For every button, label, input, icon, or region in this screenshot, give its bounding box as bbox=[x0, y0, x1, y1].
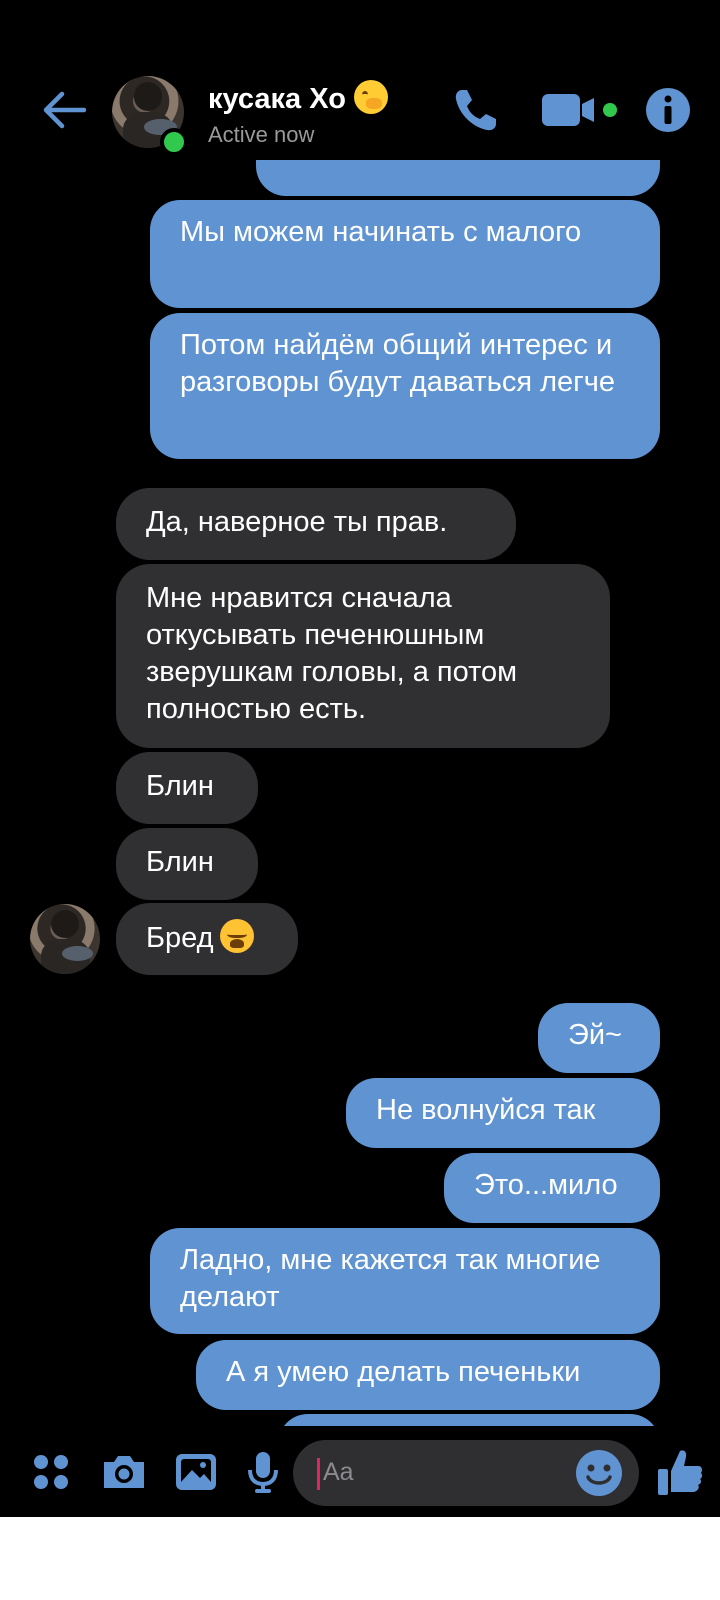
message-bubble-outgoing[interactable]: Мы можем начинать с малого bbox=[150, 200, 660, 308]
composer-bar: Aa bbox=[0, 1426, 720, 1516]
chat-header: кусака Хо Active now bbox=[0, 60, 720, 170]
thumbs-up-icon bbox=[658, 1450, 703, 1495]
message-bubble-partial[interactable] bbox=[256, 160, 660, 196]
gallery-button[interactable] bbox=[168, 1444, 224, 1500]
text-caret bbox=[317, 1458, 320, 1490]
back-arrow-icon bbox=[43, 91, 86, 129]
message-text: Блин bbox=[146, 770, 214, 802]
message-text: А я умею делать печеньки bbox=[226, 1356, 581, 1388]
message-text: Эй~ bbox=[568, 1019, 622, 1051]
message-bubble-outgoing[interactable]: А я умею делать печеньки bbox=[196, 1340, 660, 1410]
message-text: Потом найдём общий интерес и разговоры б… bbox=[180, 329, 615, 398]
weary-face-icon bbox=[219, 919, 254, 953]
video-call-button[interactable] bbox=[540, 82, 624, 138]
emoji-icon bbox=[576, 1450, 622, 1496]
contact-name-row[interactable]: кусака Хо bbox=[208, 80, 388, 116]
like-button[interactable] bbox=[650, 1440, 710, 1504]
contact-name: кусака Хо bbox=[208, 83, 346, 115]
phone-icon bbox=[455, 90, 496, 131]
video-camera-icon bbox=[542, 94, 617, 126]
camera-button[interactable] bbox=[96, 1444, 152, 1500]
online-indicator bbox=[160, 128, 188, 156]
message-text: Не волнуйся так bbox=[376, 1094, 596, 1126]
audio-call-button[interactable] bbox=[448, 82, 504, 138]
message-bubble-outgoing[interactable]: Ладно, мне кажется так многие делают bbox=[150, 1228, 660, 1334]
message-bubble-outgoing[interactable]: Потом найдём общий интерес и разговоры б… bbox=[150, 313, 660, 459]
message-text: Мне нравится сначала откусывать печенюшн… bbox=[146, 582, 518, 725]
message-text: Ладно, мне кажется так многие делают bbox=[180, 1244, 601, 1313]
sender-avatar[interactable] bbox=[30, 904, 100, 974]
message-text: Блин bbox=[146, 846, 214, 878]
message-text: Да, наверное ты прав. bbox=[146, 506, 448, 538]
message-bubble-outgoing[interactable]: Это...мило bbox=[444, 1153, 660, 1223]
back-button[interactable] bbox=[36, 82, 92, 138]
camera-icon bbox=[104, 1456, 144, 1488]
face-with-hand-over-mouth-icon bbox=[353, 80, 388, 114]
emoji-button[interactable] bbox=[575, 1449, 623, 1497]
more-actions-button[interactable] bbox=[24, 1444, 78, 1500]
active-status: Active now bbox=[208, 122, 315, 147]
conversation-info-button[interactable] bbox=[640, 82, 696, 138]
message-bubble-incoming[interactable]: Блин bbox=[116, 752, 258, 824]
message-text: Мы можем начинать с малого bbox=[180, 216, 582, 248]
gallery-icon bbox=[176, 1454, 216, 1490]
message-text: Бред bbox=[146, 922, 214, 954]
menu-dots-icon bbox=[34, 1455, 68, 1489]
voice-message-button[interactable] bbox=[238, 1444, 288, 1500]
message-bubble-outgoing[interactable]: Эй~ bbox=[538, 1003, 660, 1073]
message-bubble-outgoing[interactable]: Не волнуйся так bbox=[346, 1078, 660, 1148]
chat-screen: кусака Хо Active now Мы можем начинать с… bbox=[0, 0, 720, 1517]
microphone-icon bbox=[248, 1452, 278, 1493]
message-input[interactable]: Aa bbox=[293, 1440, 639, 1506]
message-text: Это...мило bbox=[474, 1169, 618, 1201]
info-icon bbox=[646, 88, 690, 132]
message-bubble-incoming[interactable]: Да, наверное ты прав. bbox=[116, 488, 516, 560]
message-bubble-incoming[interactable]: Бред bbox=[116, 903, 298, 975]
message-input-placeholder: Aa bbox=[323, 1458, 354, 1486]
message-bubble-incoming[interactable]: Мне нравится сначала откусывать печенюшн… bbox=[116, 564, 610, 748]
message-bubble-incoming[interactable]: Блин bbox=[116, 828, 258, 900]
